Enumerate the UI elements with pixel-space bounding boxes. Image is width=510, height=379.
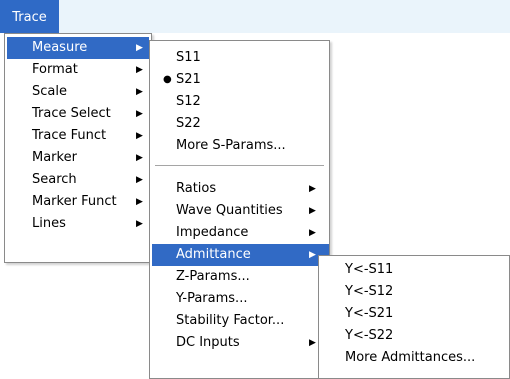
submenu-arrow-icon: ▶ (136, 219, 143, 229)
menu-item-stability-factor[interactable]: Stability Factor... (152, 310, 327, 332)
menu-item-label: Wave Quantities (176, 203, 283, 218)
menu-item-label: Scale (32, 84, 67, 99)
menu-item-s12[interactable]: S12 (152, 91, 327, 113)
menu-item-label: S22 (176, 116, 201, 131)
menu-item-z-params[interactable]: Z-Params... (152, 266, 327, 288)
menu-item-label: Lines (32, 216, 66, 231)
menu-item-label: S11 (176, 50, 201, 65)
menu-item-label: Z-Params... (176, 269, 250, 284)
menu-item-label: Y-Params... (176, 291, 248, 306)
menu-item-trace-select[interactable]: Trace Select ▶ (7, 103, 149, 125)
menu-item-measure[interactable]: Measure ▶ (7, 37, 149, 59)
menu-item-label: More S-Params... (176, 138, 286, 153)
submenu-arrow-icon: ▶ (136, 131, 143, 141)
submenu-arrow-icon: ▶ (309, 184, 316, 194)
submenu-arrow-icon: ▶ (136, 197, 143, 207)
submenu-arrow-icon: ▶ (136, 109, 143, 119)
menu-item-impedance[interactable]: Impedance ▶ (152, 222, 327, 244)
menu-item-more-admittances[interactable]: More Admittances... (321, 347, 507, 369)
menu-separator (155, 165, 324, 166)
submenu-arrow-icon: ▶ (309, 228, 316, 238)
menu-item-dc-inputs[interactable]: DC Inputs ▶ (152, 332, 327, 354)
menu-item-scale[interactable]: Scale ▶ (7, 81, 149, 103)
menu-item-label: Stability Factor... (176, 313, 285, 328)
admittance-submenu: Y<-S11 Y<-S12 Y<-S21 Y<-S22 More Admitta… (318, 255, 510, 379)
menu-item-marker[interactable]: Marker ▶ (7, 147, 149, 169)
menu-item-label: Format (32, 62, 78, 77)
submenu-arrow-icon: ▶ (136, 175, 143, 185)
submenu-arrow-icon: ▶ (136, 153, 143, 163)
submenu-arrow-icon: ▶ (309, 250, 316, 260)
menu-item-label: More Admittances... (345, 350, 476, 365)
menu-bar: Trace (0, 0, 510, 33)
menu-item-y-s12[interactable]: Y<-S12 (321, 281, 507, 303)
menubar-trace[interactable]: Trace (0, 0, 59, 33)
menu-item-s22[interactable]: S22 (152, 113, 327, 135)
menu-item-format[interactable]: Format ▶ (7, 59, 149, 81)
menu-item-y-s11[interactable]: Y<-S11 (321, 259, 507, 281)
menu-item-label: Y<-S22 (345, 328, 394, 343)
trace-menu: Measure ▶ Format ▶ Scale ▶ Trace Select … (4, 33, 152, 263)
menu-item-marker-funct[interactable]: Marker Funct ▶ (7, 191, 149, 213)
submenu-arrow-icon: ▶ (136, 87, 143, 97)
menu-item-label: Ratios (176, 181, 217, 196)
menu-item-ratios[interactable]: Ratios ▶ (152, 178, 327, 200)
menu-item-s21[interactable]: ● S21 (152, 69, 327, 91)
menu-item-label: Impedance (176, 225, 249, 240)
menu-item-more-s-params[interactable]: More S-Params... (152, 135, 327, 157)
menu-item-lines[interactable]: Lines ▶ (7, 213, 149, 235)
menu-item-label: S21 (176, 72, 201, 87)
submenu-arrow-icon: ▶ (136, 43, 143, 53)
menu-item-label: Admittance (176, 247, 251, 262)
menu-item-label: Trace Select (32, 106, 111, 121)
submenu-arrow-icon: ▶ (309, 206, 316, 216)
menu-item-label: Marker Funct (32, 194, 117, 209)
menu-item-label: Search (32, 172, 77, 187)
menu-item-label: DC Inputs (176, 335, 240, 350)
menu-item-label: Measure (32, 40, 88, 55)
radio-bullet-icon: ● (163, 74, 172, 85)
menu-item-y-params[interactable]: Y-Params... (152, 288, 327, 310)
submenu-arrow-icon: ▶ (309, 338, 316, 348)
menu-item-s11[interactable]: S11 (152, 47, 327, 69)
menu-item-y-s21[interactable]: Y<-S21 (321, 303, 507, 325)
measure-submenu: S11 ● S21 S12 S22 More S-Params... Ratio… (149, 40, 330, 379)
menu-item-trace-funct[interactable]: Trace Funct ▶ (7, 125, 149, 147)
menu-item-label: Trace Funct (32, 128, 107, 143)
menu-item-label: Marker (32, 150, 77, 165)
menu-item-label: Y<-S21 (345, 306, 394, 321)
menu-item-label: Y<-S12 (345, 284, 394, 299)
menu-item-wave-quantities[interactable]: Wave Quantities ▶ (152, 200, 327, 222)
submenu-arrow-icon: ▶ (136, 65, 143, 75)
menu-item-label: Y<-S11 (345, 262, 394, 277)
menu-item-admittance[interactable]: Admittance ▶ (152, 244, 329, 266)
menu-item-label: S12 (176, 94, 201, 109)
menu-item-search[interactable]: Search ▶ (7, 169, 149, 191)
menu-item-y-s22[interactable]: Y<-S22 (321, 325, 507, 347)
